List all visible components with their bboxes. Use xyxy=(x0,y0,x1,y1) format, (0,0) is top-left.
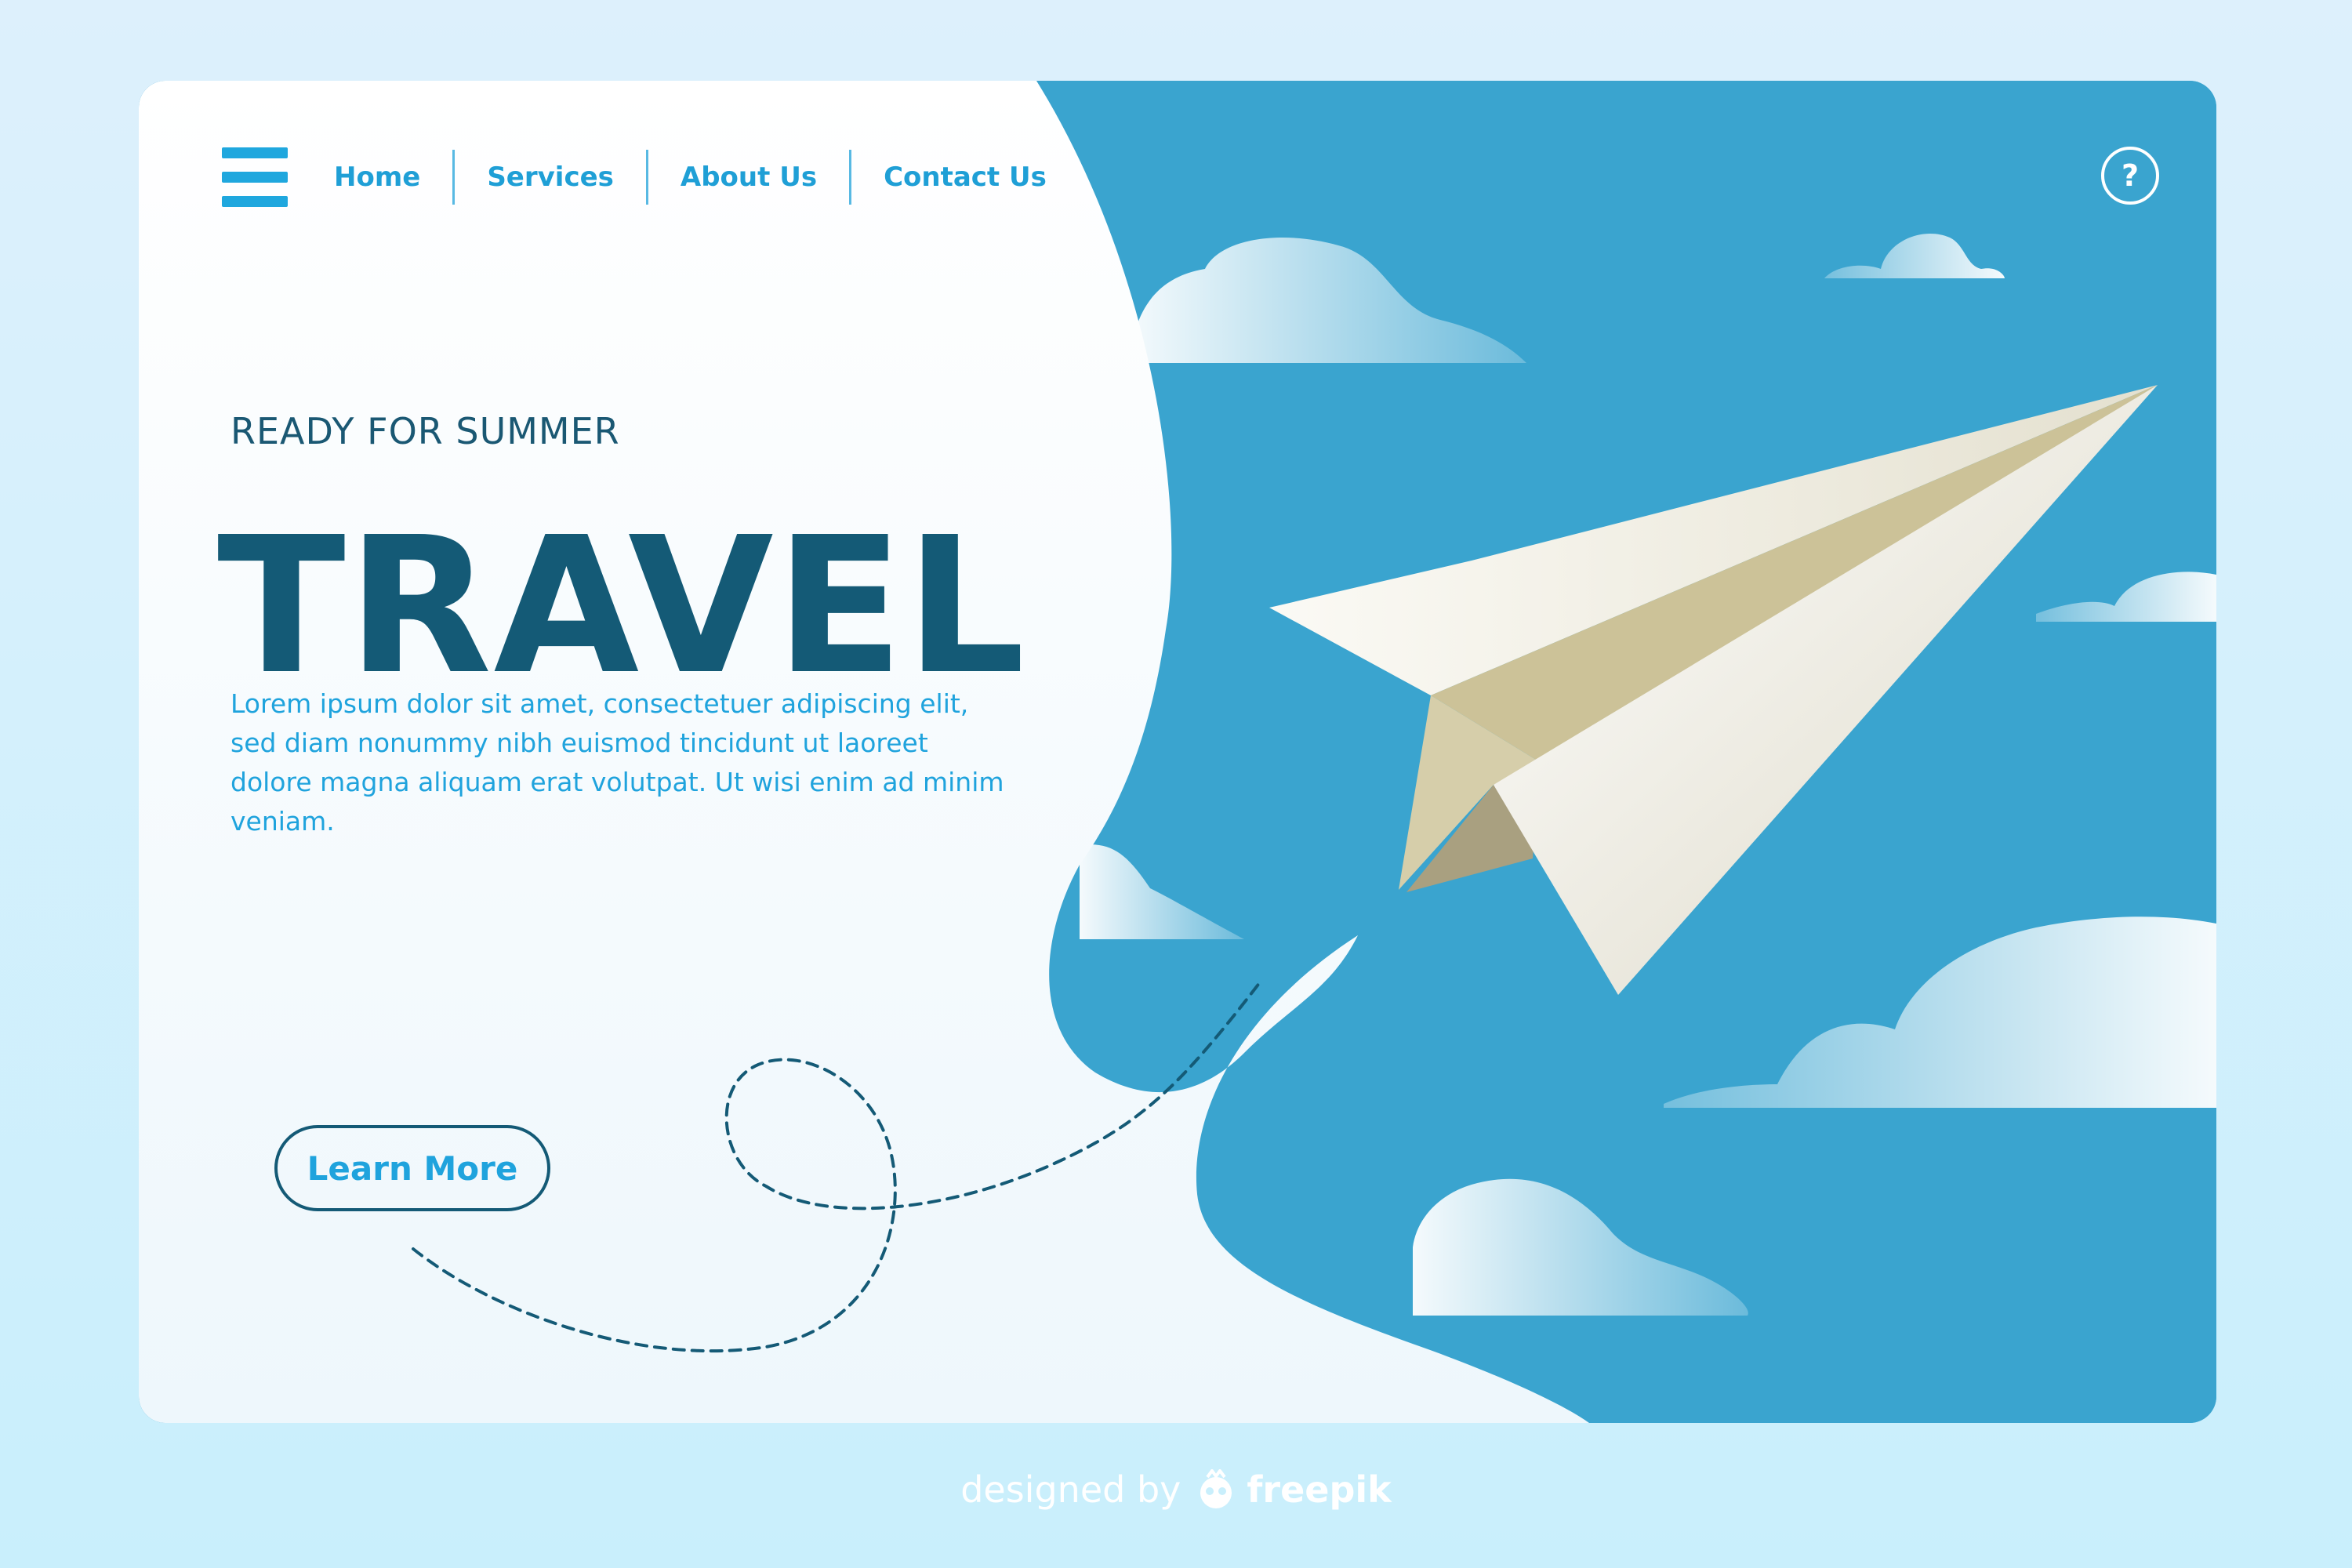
landing-page: Home Services About Us Contact Us ? READ… xyxy=(0,0,2352,1568)
designer-credit: designed by freepik xyxy=(0,1460,2352,1519)
hamburger-bar xyxy=(222,195,288,207)
hamburger-icon[interactable] xyxy=(222,147,288,207)
nav-about-us[interactable]: About Us xyxy=(645,149,849,205)
hamburger-bar xyxy=(222,147,288,158)
nav-home[interactable]: Home xyxy=(302,150,452,205)
credit-prefix: designed by xyxy=(960,1468,1181,1511)
hero-eyebrow: READY FOR SUMMER xyxy=(230,410,620,452)
freepik-logo-icon xyxy=(1200,1469,1232,1508)
learn-more-button[interactable]: Learn More xyxy=(274,1125,550,1211)
hamburger-bar xyxy=(222,171,288,183)
hero-title: TRAVEL xyxy=(217,496,1027,716)
hero-body: Lorem ipsum dolor sit amet, consectetuer… xyxy=(230,688,1004,837)
nav-contact-us[interactable]: Contact Us xyxy=(849,149,1079,205)
nav-services[interactable]: Services xyxy=(452,149,646,205)
freepik-logo: freepik xyxy=(1193,1468,1392,1511)
help-icon[interactable]: ? xyxy=(2101,147,2159,205)
landing-card: Home Services About Us Contact Us ? READ… xyxy=(139,81,2216,1423)
main-nav: Home Services About Us Contact Us xyxy=(222,143,1079,210)
credit-brand: freepik xyxy=(1247,1468,1392,1511)
